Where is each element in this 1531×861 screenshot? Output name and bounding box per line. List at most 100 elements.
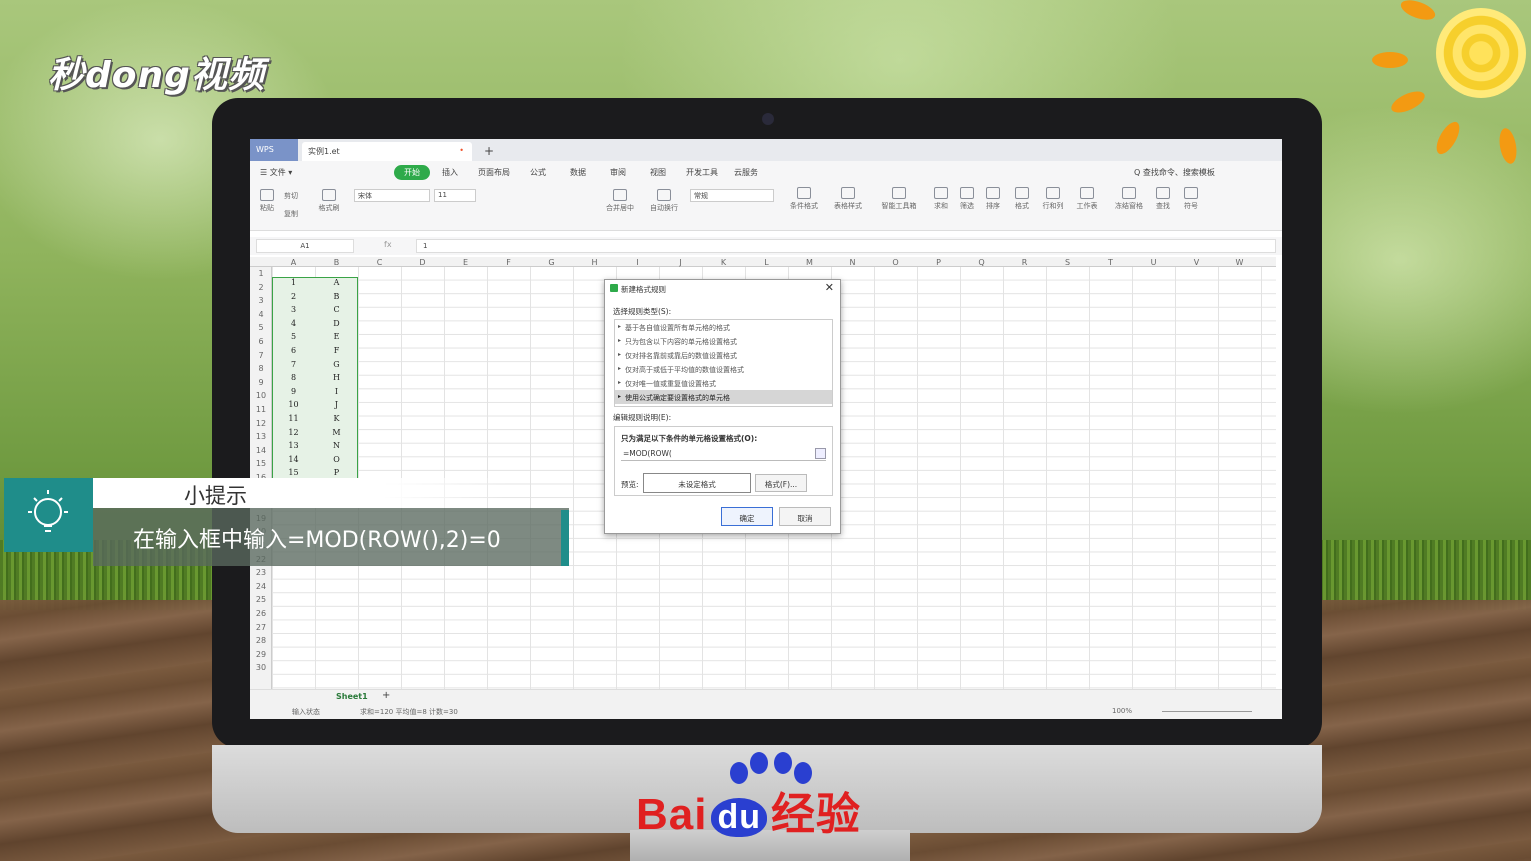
column-header-r[interactable]: R [1003,258,1046,267]
row-header-5[interactable]: 5 [250,323,272,332]
cell-a[interactable]: 10 [272,400,315,409]
range-select-icon[interactable] [815,448,826,459]
cell-a[interactable]: 14 [272,455,315,464]
column-header-t[interactable]: T [1089,258,1132,267]
conditional-format-button[interactable]: 条件格式 [784,187,824,211]
rowcol-button[interactable]: 行和列 [1038,187,1068,211]
rule-item[interactable]: 仅对唯一值或重复值设置格式 [615,376,832,390]
cell-a[interactable]: 15 [272,468,315,477]
worksheet-button[interactable]: 工作表 [1072,187,1102,211]
row-header-2[interactable]: 2 [250,283,272,292]
column-header-n[interactable]: N [831,258,874,267]
cell-b[interactable]: H [315,373,358,382]
paste-button[interactable]: 粘贴 [256,189,278,213]
cell-b[interactable]: P [315,468,358,477]
format-button[interactable]: 格式(F)... [755,474,807,492]
find-button[interactable]: 查找 [1152,187,1174,211]
tab-wps[interactable]: WPS [250,139,298,161]
column-header-c[interactable]: C [358,258,401,267]
add-sheet-button[interactable]: + [382,690,390,701]
column-header-k[interactable]: K [702,258,745,267]
tab-file[interactable]: 实例1.et • [302,142,472,161]
row-header-7[interactable]: 7 [250,351,272,360]
sum-button[interactable]: 求和 [930,187,952,211]
cell-a[interactable]: 4 [272,319,315,328]
row-header-27[interactable]: 27 [250,623,272,632]
column-header-j[interactable]: J [659,258,702,267]
cell-a[interactable]: 11 [272,414,315,423]
column-header-v[interactable]: V [1175,258,1218,267]
row-header-3[interactable]: 3 [250,296,272,305]
cell-b[interactable]: M [315,428,358,437]
column-header-l[interactable]: L [745,258,788,267]
menu-developer[interactable]: 开发工具 [686,167,718,178]
cell-b[interactable]: F [315,346,358,355]
cell-b[interactable]: N [315,441,358,450]
sheet-tab[interactable]: Sheet1 [336,692,368,701]
cell-a[interactable]: 2 [272,292,315,301]
menu-start[interactable]: 开始 [394,165,430,180]
row-header-14[interactable]: 14 [250,446,272,455]
column-header-q[interactable]: Q [960,258,1003,267]
wrap-button[interactable]: 自动换行 [644,189,684,213]
row-header-25[interactable]: 25 [250,595,272,604]
cell-a[interactable]: 1 [272,278,315,287]
row-header-23[interactable]: 23 [250,568,272,577]
column-header-u[interactable]: U [1132,258,1175,267]
filter-button[interactable]: 筛选 [956,187,978,211]
cell-b[interactable]: B [315,292,358,301]
font-size-select[interactable]: 11 [434,189,476,202]
row-header-12[interactable]: 12 [250,419,272,428]
close-icon[interactable]: ✕ [825,281,834,294]
menu-data[interactable]: 数据 [570,167,586,178]
cell-b[interactable]: D [315,319,358,328]
rule-item[interactable]: 只为包含以下内容的单元格设置格式 [615,334,832,348]
cancel-button[interactable]: 取消 [779,507,831,526]
cell-b[interactable]: K [315,414,358,423]
row-header-9[interactable]: 9 [250,378,272,387]
table-style-button[interactable]: 表格样式 [828,187,868,211]
format-button[interactable]: 格式 [1010,187,1034,211]
copy-button[interactable]: 复制 [284,209,298,219]
formula-input[interactable]: 1 [416,239,1276,253]
cell-b[interactable]: I [315,387,358,396]
formula-condition-input[interactable]: =MOD(ROW( [621,447,826,461]
row-header-30[interactable]: 30 [250,663,272,672]
menu-page-layout[interactable]: 页面布局 [478,167,510,178]
smart-tools-button[interactable]: 智能工具箱 [876,187,922,211]
column-header-s[interactable]: S [1046,258,1089,267]
row-header-11[interactable]: 11 [250,405,272,414]
cell-a[interactable]: 9 [272,387,315,396]
cell-b[interactable]: E [315,332,358,341]
column-header-w[interactable]: W [1218,258,1261,267]
ok-button[interactable]: 确定 [721,507,773,526]
row-header-4[interactable]: 4 [250,310,272,319]
sort-button[interactable]: 排序 [982,187,1004,211]
number-format-select[interactable]: 常规 [690,189,774,202]
column-header-d[interactable]: D [401,258,444,267]
cell-b[interactable]: J [315,400,358,409]
rule-item[interactable]: 仅对高于或低于平均值的数值设置格式 [615,362,832,376]
menu-file[interactable]: ☰ 文件 ▾ [260,167,292,178]
cell-a[interactable]: 7 [272,360,315,369]
cell-a[interactable]: 8 [272,373,315,382]
row-header-24[interactable]: 24 [250,582,272,591]
row-header-8[interactable]: 8 [250,364,272,373]
menu-cloud[interactable]: 云服务 [734,167,758,178]
column-header-b[interactable]: B [315,258,358,267]
row-header-10[interactable]: 10 [250,391,272,400]
rule-item[interactable]: 基于各自值设置所有单元格的格式 [615,320,832,334]
cell-a[interactable]: 5 [272,332,315,341]
name-box[interactable]: A1 [256,239,354,253]
row-header-6[interactable]: 6 [250,337,272,346]
cell-b[interactable]: C [315,305,358,314]
cell-b[interactable]: A [315,278,358,287]
cell-b[interactable]: O [315,455,358,464]
cell-a[interactable]: 3 [272,305,315,314]
menu-view[interactable]: 视图 [650,167,666,178]
column-header-i[interactable]: I [616,258,659,267]
cell-b[interactable]: G [315,360,358,369]
merge-button[interactable]: 合并居中 [600,189,640,213]
column-header-e[interactable]: E [444,258,487,267]
row-header-28[interactable]: 28 [250,636,272,645]
